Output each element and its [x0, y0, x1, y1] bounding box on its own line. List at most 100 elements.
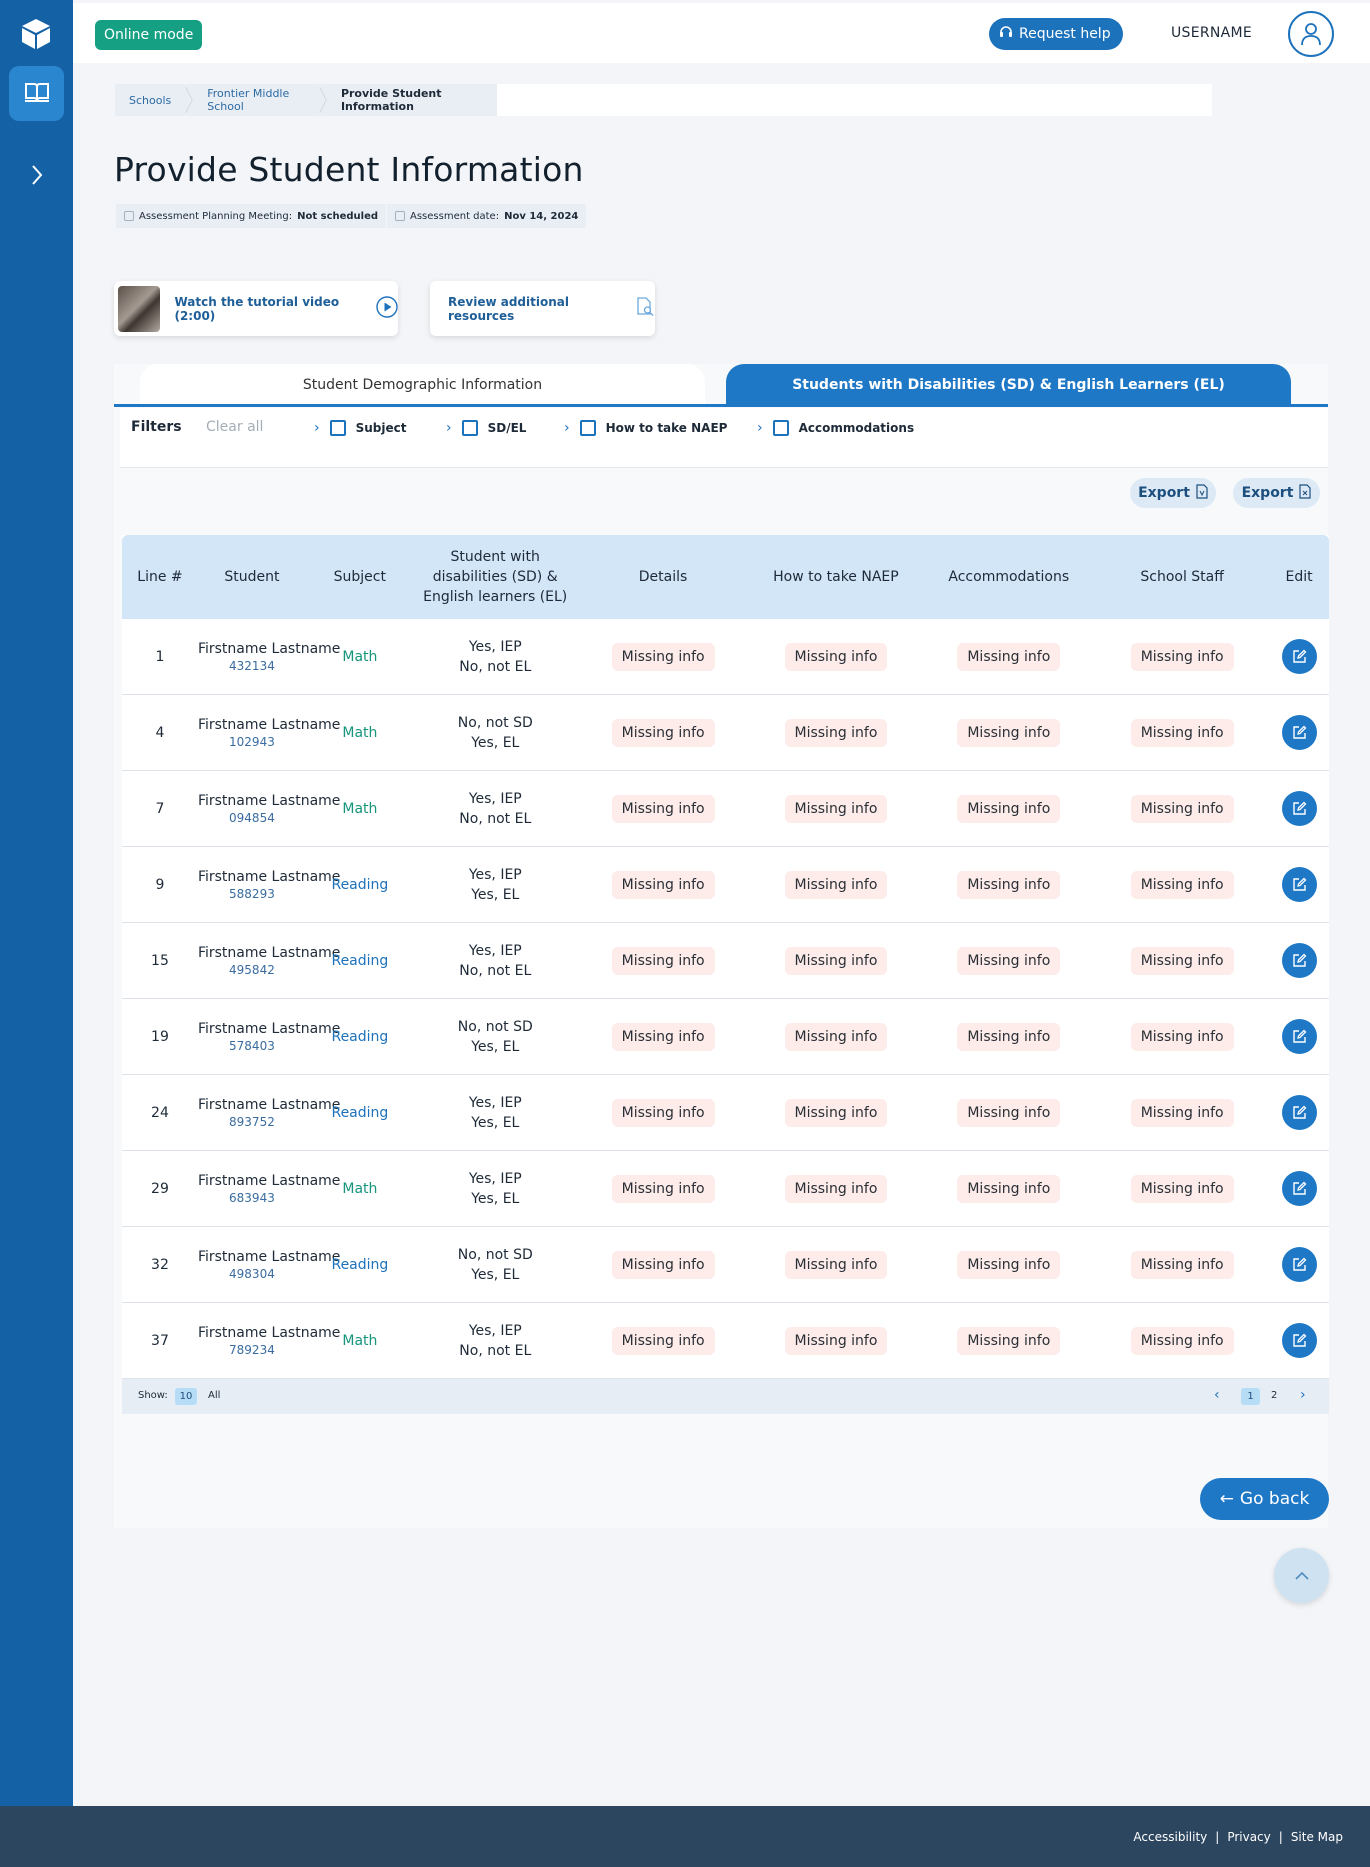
- sidebar: [0, 0, 73, 1806]
- student-id[interactable]: 498304: [198, 1267, 306, 1281]
- line-number: 19: [151, 1028, 169, 1045]
- checkbox[interactable]: [579, 420, 596, 436]
- checkbox[interactable]: [772, 420, 789, 436]
- calendar-icon: [124, 211, 134, 221]
- page-1[interactable]: 1: [1241, 1388, 1260, 1405]
- table-row: 15 Firstname Lastname 495842 Reading Yes, IE…: [122, 923, 1329, 999]
- edit-icon[interactable]: [1281, 867, 1317, 902]
- clear-all-button[interactable]: Clear all: [206, 419, 263, 435]
- how-to-take-status: Missing info: [784, 870, 888, 899]
- student-id[interactable]: 102943: [198, 735, 306, 749]
- school-staff-status: Missing info: [1130, 1098, 1234, 1127]
- show-all-option[interactable]: All: [208, 1390, 220, 1401]
- student-id[interactable]: 495842: [198, 963, 306, 977]
- student-id[interactable]: 893752: [198, 1115, 306, 1129]
- accommodations-status: Missing info: [957, 870, 1061, 899]
- edit-icon[interactable]: [1281, 1247, 1317, 1282]
- pdf-file-icon: [1196, 483, 1208, 503]
- student-cell: Firstname Lastname 893752: [198, 1097, 340, 1129]
- sd-status: Yes, IEP: [468, 1322, 522, 1339]
- header-how-to-take: How to take NAEP: [773, 569, 899, 585]
- table-footer: Show: 10 All ‹ 1 2 ›: [122, 1379, 1329, 1414]
- line-number: 32: [151, 1256, 169, 1273]
- edit-icon[interactable]: [1281, 1171, 1317, 1206]
- edit-icon[interactable]: [1281, 943, 1317, 978]
- el-status: No, not EL: [459, 658, 532, 675]
- footer-link-accessibility[interactable]: Accessibility: [1133, 1830, 1207, 1844]
- request-help-button[interactable]: Request help: [989, 18, 1123, 50]
- footer-divider: |: [1278, 1830, 1283, 1844]
- chevron-right-icon[interactable]: ›: [1300, 1387, 1306, 1403]
- footer-link-sitemap[interactable]: Site Map: [1291, 1830, 1343, 1844]
- breadcrumb: Schools Frontier Middle School Provide S…: [115, 84, 1212, 116]
- line-number: 29: [151, 1180, 169, 1197]
- chevron-up-icon[interactable]: [1274, 1548, 1329, 1603]
- review-resources-button[interactable]: Review additional resources: [430, 281, 655, 336]
- student-id[interactable]: 789234: [198, 1343, 306, 1357]
- show-10-option[interactable]: 10: [175, 1388, 197, 1405]
- details-status: Missing info: [611, 642, 715, 671]
- student-id[interactable]: 578403: [198, 1039, 306, 1053]
- student-id[interactable]: 588293: [198, 887, 306, 901]
- student-id[interactable]: 683943: [198, 1191, 306, 1205]
- request-help-label: Request help: [1019, 26, 1111, 42]
- filter-how-to-take[interactable]: › How to take NAEP: [564, 420, 727, 436]
- filter-subject[interactable]: › Subject: [314, 420, 407, 436]
- assessment-date-info: Assessment date: Nov 14, 2024: [387, 204, 587, 228]
- edit-icon[interactable]: [1281, 715, 1317, 750]
- go-back-button[interactable]: ← Go back: [1200, 1478, 1329, 1520]
- filter-sd-el[interactable]: › SD/EL: [446, 420, 526, 436]
- el-status: Yes, EL: [471, 734, 520, 751]
- student-name: Firstname Lastname: [197, 1020, 341, 1037]
- student-name: Firstname Lastname: [197, 1172, 341, 1189]
- breadcrumb-school[interactable]: Frontier Middle School: [193, 84, 319, 116]
- edit-icon[interactable]: [1281, 791, 1317, 826]
- filter-accommodations[interactable]: › Accommodations: [757, 420, 914, 436]
- top-bar: Online mode Request help USERNAME: [73, 3, 1370, 63]
- student-cell: Firstname Lastname 432134: [198, 641, 340, 673]
- how-to-take-status: Missing info: [784, 642, 888, 671]
- accommodations-status: Missing info: [957, 718, 1061, 747]
- edit-icon[interactable]: [1281, 639, 1317, 674]
- tutorial-video-button[interactable]: Watch the tutorial video (2:00): [114, 281, 398, 336]
- export-xls-button[interactable]: Export: [1233, 478, 1320, 508]
- cube-icon[interactable]: [18, 16, 54, 52]
- student-id[interactable]: 094854: [198, 811, 306, 825]
- show-label: Show:: [138, 1390, 168, 1401]
- header-line: Line #: [137, 569, 183, 585]
- checkbox[interactable]: [461, 420, 478, 436]
- accommodations-status: Missing info: [957, 794, 1061, 823]
- chevron-right-icon: ›: [446, 420, 452, 436]
- tab-sd-el[interactable]: Students with Disabilities (SD) & Englis…: [726, 364, 1291, 406]
- checkbox[interactable]: [329, 420, 346, 436]
- header-edit: Edit: [1285, 569, 1313, 585]
- details-status: Missing info: [611, 1098, 715, 1127]
- edit-icon[interactable]: [1281, 1095, 1317, 1130]
- page-2[interactable]: 2: [1271, 1390, 1277, 1401]
- header-accommodations: Accommodations: [948, 569, 1070, 585]
- footer-link-privacy[interactable]: Privacy: [1227, 1830, 1270, 1844]
- edit-icon[interactable]: [1281, 1019, 1317, 1054]
- nav-item-assessments[interactable]: [9, 66, 64, 121]
- student-id[interactable]: 432134: [198, 659, 306, 673]
- sd-el-cell: Yes, IEP No, not EL: [414, 789, 577, 829]
- filter-label: Subject: [355, 421, 407, 435]
- student-name: Firstname Lastname: [197, 792, 341, 809]
- breadcrumb-schools[interactable]: Schools: [115, 84, 185, 116]
- header-sd-el: Student with disabilities (SD) & English…: [423, 549, 568, 605]
- export-pdf-button[interactable]: Export: [1130, 478, 1216, 508]
- breadcrumb-separator: [319, 87, 327, 113]
- chevron-right-icon[interactable]: [26, 160, 48, 190]
- chevron-left-icon[interactable]: ‹: [1214, 1387, 1220, 1403]
- details-status: Missing info: [611, 794, 715, 823]
- chevron-right-icon: ›: [757, 420, 763, 436]
- students-table: Line # Student Subject Student with disa…: [122, 535, 1329, 1414]
- breadcrumb-current: Provide Student Information: [340, 87, 442, 113]
- user-icon[interactable]: [1288, 11, 1334, 57]
- sd-el-cell: Yes, IEP Yes, EL: [414, 1169, 577, 1209]
- subject: Math: [342, 648, 378, 665]
- edit-icon[interactable]: [1281, 1323, 1317, 1358]
- tab-demographic[interactable]: Student Demographic Information: [140, 364, 705, 406]
- accommodations-status: Missing info: [957, 1022, 1061, 1051]
- export-label: Export: [1138, 485, 1190, 501]
